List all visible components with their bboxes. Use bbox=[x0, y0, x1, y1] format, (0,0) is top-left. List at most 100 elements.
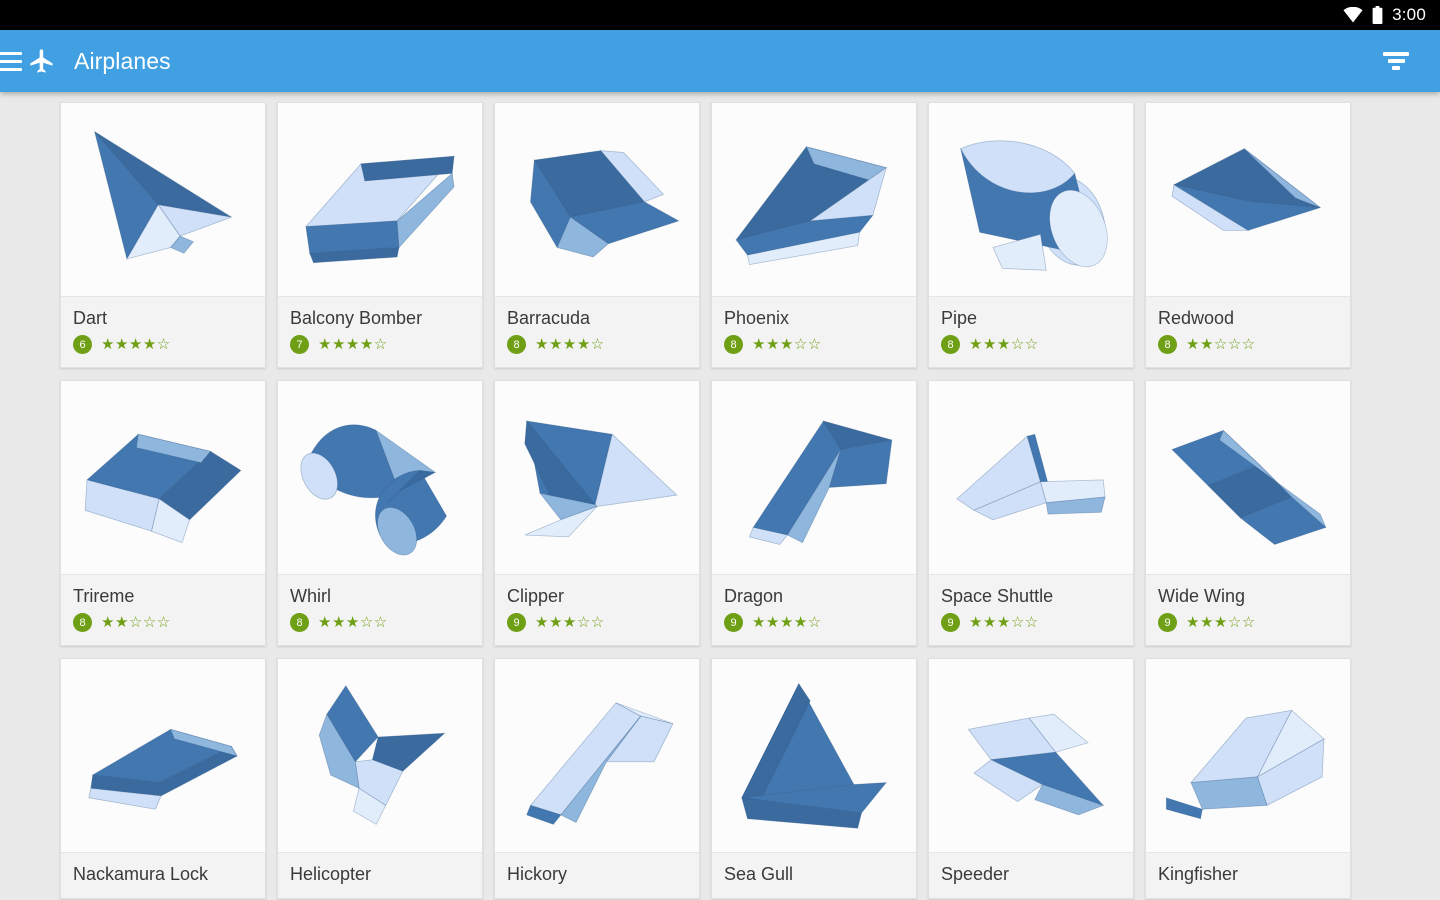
airplane-card[interactable]: Pipe 8 ★★★☆☆ bbox=[928, 102, 1134, 368]
airplane-illustration-barracuda bbox=[495, 103, 699, 296]
airplane-illustration-phoenix bbox=[712, 103, 916, 296]
airplane-card[interactable]: Barracuda 8 ★★★★☆ bbox=[494, 102, 700, 368]
card-meta: 8 ★★☆☆☆ bbox=[73, 613, 253, 632]
airplane-card[interactable]: Balcony Bomber 7 ★★★★☆ bbox=[277, 102, 483, 368]
difficulty-badge: 9 bbox=[1158, 613, 1177, 632]
card-meta: 8 ★★☆☆☆ bbox=[1158, 335, 1338, 354]
airplane-illustration-space-shuttle bbox=[929, 381, 1133, 574]
airplane-illustration-clipper bbox=[495, 381, 699, 574]
rating-stars: ★★★★☆ bbox=[318, 336, 388, 353]
card-footer: Kingfisher bbox=[1146, 852, 1350, 898]
airplane-card[interactable]: Sea Gull bbox=[711, 658, 917, 899]
rating-stars: ★★☆☆☆ bbox=[101, 614, 171, 631]
card-footer: Speeder bbox=[929, 852, 1133, 898]
airplane-illustration-dragon bbox=[712, 381, 916, 574]
difficulty-badge: 9 bbox=[507, 613, 526, 632]
airplane-illustration-sea-gull bbox=[712, 659, 916, 852]
card-meta: 7 ★★★★☆ bbox=[290, 335, 470, 354]
rating-stars: ★★★★☆ bbox=[535, 336, 605, 353]
difficulty-badge: 8 bbox=[73, 613, 92, 632]
airplane-card[interactable]: Dart 6 ★★★★☆ bbox=[60, 102, 266, 368]
card-meta: 8 ★★★☆☆ bbox=[941, 335, 1121, 354]
rating-stars: ★★★☆☆ bbox=[318, 614, 388, 631]
difficulty-badge: 8 bbox=[1158, 335, 1177, 354]
airplane-illustration-wide-wing bbox=[1146, 381, 1350, 574]
airplane-name: Barracuda bbox=[507, 308, 591, 328]
airplane-name: Hickory bbox=[507, 864, 568, 884]
airplane-card[interactable]: Kingfisher bbox=[1145, 658, 1351, 899]
airplane-name: Kingfisher bbox=[1158, 864, 1239, 884]
card-meta: 9 ★★★☆☆ bbox=[941, 613, 1121, 632]
card-footer: Pipe 8 ★★★☆☆ bbox=[929, 296, 1133, 367]
card-meta: 8 ★★★☆☆ bbox=[290, 613, 470, 632]
rating-stars: ★★★☆☆ bbox=[535, 614, 605, 631]
rating-stars: ★★★★☆ bbox=[101, 336, 171, 353]
airplane-illustration-kingfisher bbox=[1146, 659, 1350, 852]
rating-stars: ★★★☆☆ bbox=[969, 336, 1039, 353]
airplane-illustration-nackamura-lock bbox=[61, 659, 265, 852]
airplane-name: Speeder bbox=[941, 864, 1010, 884]
card-footer: Hickory bbox=[495, 852, 699, 898]
airplane-card[interactable]: Nackamura Lock bbox=[60, 658, 266, 899]
airplane-illustration-hickory bbox=[495, 659, 699, 852]
rating-stars: ★★☆☆☆ bbox=[1186, 336, 1256, 353]
airplane-illustration-trireme bbox=[61, 381, 265, 574]
airplane-name: Whirl bbox=[290, 586, 331, 606]
rating-stars: ★★★★☆ bbox=[752, 614, 822, 631]
difficulty-badge: 6 bbox=[73, 335, 92, 354]
hamburger-menu-icon[interactable] bbox=[0, 51, 22, 71]
card-footer: Space Shuttle 9 ★★★☆☆ bbox=[929, 574, 1133, 645]
rating-stars: ★★★☆☆ bbox=[1186, 614, 1256, 631]
airplane-card[interactable]: Phoenix 8 ★★★☆☆ bbox=[711, 102, 917, 368]
airplane-icon bbox=[28, 47, 56, 75]
funnel-glyph bbox=[1383, 52, 1409, 70]
rating-stars: ★★★☆☆ bbox=[969, 614, 1039, 631]
card-footer: Helicopter bbox=[278, 852, 482, 898]
card-meta: 9 ★★★☆☆ bbox=[1158, 613, 1338, 632]
card-footer: Nackamura Lock bbox=[61, 852, 265, 898]
filter-icon[interactable] bbox=[1374, 39, 1418, 83]
airplane-illustration-speeder bbox=[929, 659, 1133, 852]
card-footer: Wide Wing 9 ★★★☆☆ bbox=[1146, 574, 1350, 645]
airplane-name: Wide Wing bbox=[1158, 586, 1246, 606]
difficulty-badge: 9 bbox=[724, 613, 743, 632]
airplane-name: Space Shuttle bbox=[941, 586, 1054, 606]
card-footer: Dragon 9 ★★★★☆ bbox=[712, 574, 916, 645]
airplane-illustration-dart bbox=[61, 103, 265, 296]
card-footer: Phoenix 8 ★★★☆☆ bbox=[712, 296, 916, 367]
airplane-name: Pipe bbox=[941, 308, 978, 328]
airplane-grid: Dart 6 ★★★★☆ Balcony Bomber 7 ★★★★☆ Barracuda 8… bbox=[60, 102, 1380, 899]
airplane-illustration-redwood bbox=[1146, 103, 1350, 296]
status-clock: 3:00 bbox=[1392, 5, 1426, 24]
airplane-card[interactable]: Trireme 8 ★★☆☆☆ bbox=[60, 380, 266, 646]
airplane-card[interactable]: Speeder bbox=[928, 658, 1134, 899]
difficulty-badge: 8 bbox=[724, 335, 743, 354]
airplane-card[interactable]: Wide Wing 9 ★★★☆☆ bbox=[1145, 380, 1351, 646]
card-meta: 9 ★★★★☆ bbox=[724, 613, 904, 632]
airplane-card[interactable]: Clipper 9 ★★★☆☆ bbox=[494, 380, 700, 646]
airplane-name: Helicopter bbox=[290, 864, 372, 884]
airplane-name: Dart bbox=[73, 308, 108, 328]
status-bar: 3:00 bbox=[0, 0, 1440, 30]
card-meta: 9 ★★★☆☆ bbox=[507, 613, 687, 632]
airplane-illustration-whirl bbox=[278, 381, 482, 574]
airplane-name: Phoenix bbox=[724, 308, 790, 328]
airplane-name: Redwood bbox=[1158, 308, 1235, 328]
airplane-name: Trireme bbox=[73, 586, 135, 606]
card-meta: 8 ★★★★☆ bbox=[507, 335, 687, 354]
airplane-card[interactable]: Hickory bbox=[494, 658, 700, 899]
airplane-card[interactable]: Helicopter bbox=[277, 658, 483, 899]
battery-icon bbox=[1372, 6, 1383, 24]
airplane-card[interactable]: Space Shuttle 9 ★★★☆☆ bbox=[928, 380, 1134, 646]
airplane-card[interactable]: Redwood 8 ★★☆☆☆ bbox=[1145, 102, 1351, 368]
airplane-card[interactable]: Dragon 9 ★★★★☆ bbox=[711, 380, 917, 646]
difficulty-badge: 8 bbox=[941, 335, 960, 354]
app-bar: Airplanes bbox=[0, 30, 1440, 92]
card-meta: 8 ★★★☆☆ bbox=[724, 335, 904, 354]
card-footer: Redwood 8 ★★☆☆☆ bbox=[1146, 296, 1350, 367]
difficulty-badge: 8 bbox=[507, 335, 526, 354]
airplane-name: Dragon bbox=[724, 586, 784, 606]
difficulty-badge: 8 bbox=[290, 613, 309, 632]
airplane-card[interactable]: Whirl 8 ★★★☆☆ bbox=[277, 380, 483, 646]
difficulty-badge: 9 bbox=[941, 613, 960, 632]
